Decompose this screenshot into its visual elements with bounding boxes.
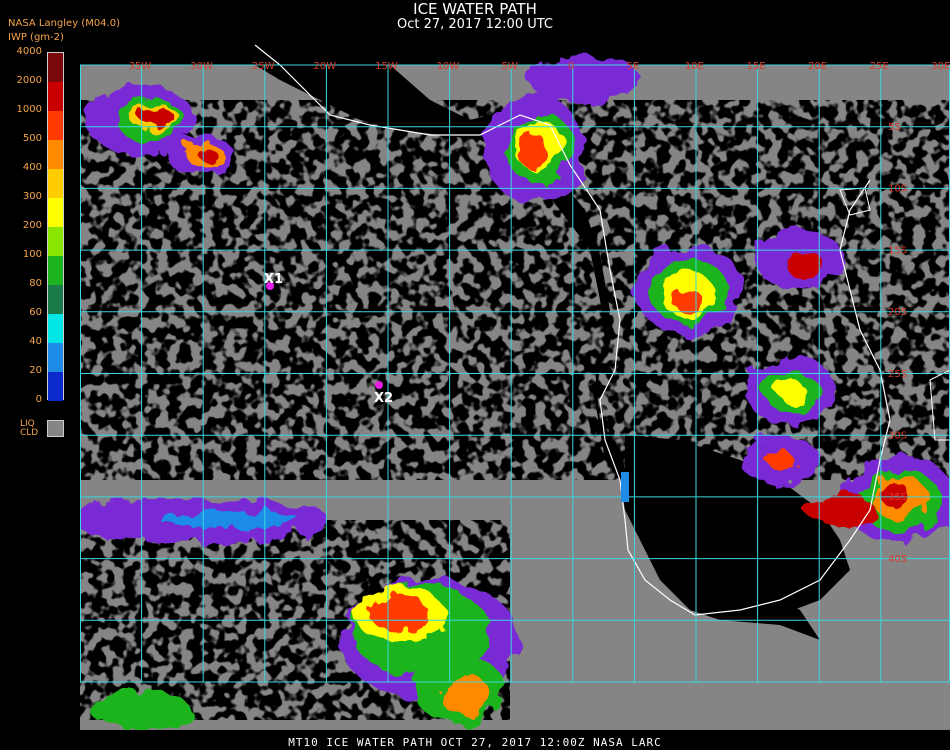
legend-tick-label: 300 bbox=[22, 191, 42, 202]
longitude-label: 35W bbox=[129, 61, 152, 72]
longitude-label: 15W bbox=[375, 61, 398, 72]
legend-tick-label: 500 bbox=[22, 133, 42, 144]
longitude-label: 30W bbox=[190, 61, 213, 72]
legend-color-cell bbox=[48, 82, 63, 111]
latitude-label: 35S bbox=[888, 492, 907, 503]
longitude-label: 10E bbox=[685, 61, 704, 72]
legend-tick-label: 200 bbox=[22, 220, 42, 231]
data-source-label: NASA Langley (M04.0) bbox=[8, 18, 120, 29]
longitude-label: 15E bbox=[746, 61, 765, 72]
legend-tick-label: 2000 bbox=[16, 75, 42, 86]
legend-color-cell bbox=[48, 343, 63, 372]
legend-tick-label: 400 bbox=[22, 162, 42, 173]
longitude-label: 30E bbox=[931, 61, 950, 72]
ice-value-highlight bbox=[621, 472, 629, 502]
footer-caption: MT10 ICE WATER PATH OCT 27, 2017 12:00Z … bbox=[288, 736, 662, 749]
legend-color-cell bbox=[48, 227, 63, 256]
latitude-label: 40S bbox=[888, 554, 907, 565]
units-label: IWP (gm-2) bbox=[8, 32, 64, 43]
legend-color-cell bbox=[48, 256, 63, 285]
longitude-label: 25E bbox=[870, 61, 889, 72]
legend-tick-label: 80 bbox=[29, 278, 42, 289]
liquid-cloud-swatch bbox=[47, 420, 64, 437]
color-legend bbox=[47, 52, 64, 401]
legend-color-cell bbox=[48, 53, 63, 82]
legend-tick-label: 0 bbox=[35, 394, 42, 405]
map-timestamp: Oct 27, 2017 12:00 UTC bbox=[397, 17, 553, 32]
marker-label: X1 bbox=[264, 272, 283, 287]
legend-tick-label: 40 bbox=[29, 336, 42, 347]
legend-color-cell bbox=[48, 198, 63, 227]
legend-tick-label: 100 bbox=[22, 249, 42, 260]
marker-dot bbox=[375, 381, 383, 389]
legend-tick-label: 4000 bbox=[16, 46, 42, 57]
longitude-label: 5E bbox=[626, 61, 639, 72]
latitude-label: 5S bbox=[888, 122, 901, 133]
latitude-label: 25S bbox=[888, 369, 907, 380]
legend-tick-label: 20 bbox=[29, 365, 42, 376]
liquid-cloud-label: LIQ CLD bbox=[20, 420, 38, 438]
legend-color-cell bbox=[48, 140, 63, 169]
legend-color-cell bbox=[48, 372, 63, 401]
map-title: ICE WATER PATH bbox=[413, 0, 537, 18]
latitude-label: 10S bbox=[888, 184, 907, 195]
longitude-label: 25W bbox=[252, 61, 275, 72]
liquid-label-line2: CLD bbox=[20, 428, 39, 438]
legend-color-cell bbox=[48, 169, 63, 198]
latitude-label: 20S bbox=[888, 307, 907, 318]
legend-color-cell bbox=[48, 285, 63, 314]
marker-label: X2 bbox=[374, 391, 393, 406]
legend-color-cell bbox=[48, 314, 63, 343]
latitude-label: 30S bbox=[888, 431, 907, 442]
longitude-label: 0 bbox=[568, 61, 574, 72]
longitude-label: 20E bbox=[808, 61, 827, 72]
legend-tick-label: 60 bbox=[29, 307, 42, 318]
longitude-label: 5W bbox=[501, 61, 517, 72]
latitude-label: 15S bbox=[888, 245, 907, 256]
longitude-label: 20W bbox=[313, 61, 336, 72]
longitude-label: 10W bbox=[437, 61, 460, 72]
legend-color-cell bbox=[48, 111, 63, 140]
legend-tick-label: 1000 bbox=[16, 104, 42, 115]
ice-water-path-map: 35W 30W 25W 20W 15W 10W 5W 0 5E 10E 15E 20E 25E 30E 35… bbox=[80, 40, 950, 730]
